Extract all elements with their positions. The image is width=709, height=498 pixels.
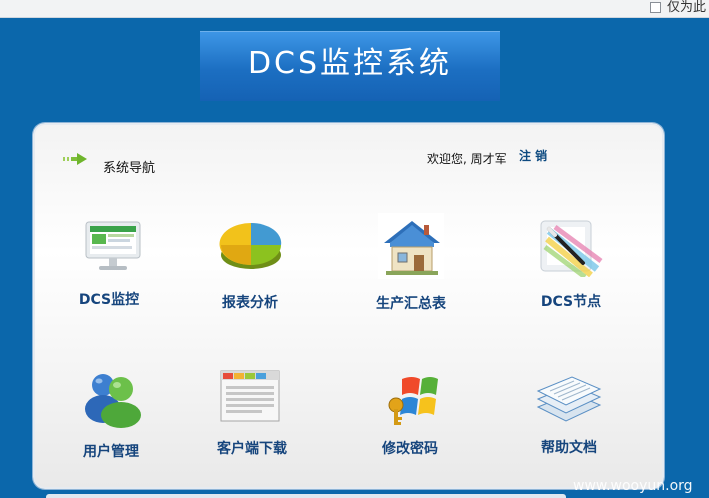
checkbox-label: 仅为此 [667, 0, 707, 15]
tile-production-summary[interactable]: 生产汇总表 [341, 213, 481, 323]
tile-user-management[interactable]: 用户管理 [41, 369, 181, 479]
system-title-banner: DCS监控系统 [200, 31, 500, 101]
windows-key-icon [388, 377, 438, 425]
magic-wand-icon [540, 220, 603, 277]
tile-dcs-monitor[interactable]: DCS监控 [39, 220, 179, 330]
browser-window-icon [220, 370, 280, 422]
logout-link[interactable]: 注 销 [519, 147, 547, 164]
tile-label: DCS节点 [540, 294, 602, 310]
tile-client-download[interactable]: 客户端下载 [182, 370, 322, 480]
checkbox[interactable] [650, 2, 661, 13]
arrow-right-icon [63, 153, 87, 165]
pie-chart-icon [219, 222, 282, 269]
house-icon [378, 213, 444, 279]
tile-report-analysis[interactable]: 报表分析 [180, 215, 320, 325]
navigation-panel: 系统导航 欢迎您, 周才军 注 销 DCS监控 报表分析 生产汇总表 DCS节点… [33, 123, 664, 489]
tile-change-password[interactable]: 修改密码 [340, 371, 480, 481]
tile-label: 报表分析 [222, 295, 278, 311]
welcome-text: 欢迎您, 周才军 [427, 152, 507, 166]
browser-top-bar: 仅为此 [0, 0, 709, 18]
documents-icon [536, 376, 602, 422]
tile-label: 修改密码 [382, 441, 438, 457]
tile-dcs-node[interactable]: DCS节点 [501, 217, 641, 327]
tile-label: 用户管理 [83, 444, 139, 460]
tile-label: 帮助文档 [541, 440, 597, 456]
tile-label: 生产汇总表 [376, 296, 446, 312]
users-icon [85, 374, 141, 428]
tile-label: 客户端下载 [217, 441, 287, 457]
bottom-strip [46, 494, 566, 498]
tile-label: DCS监控 [78, 292, 140, 308]
watermark-text: www.wooyun.org [573, 478, 693, 494]
tile-help-documents[interactable]: 帮助文档 [499, 371, 639, 481]
monitor-icon [85, 221, 141, 270]
nav-title: 系统导航 [103, 161, 156, 176]
